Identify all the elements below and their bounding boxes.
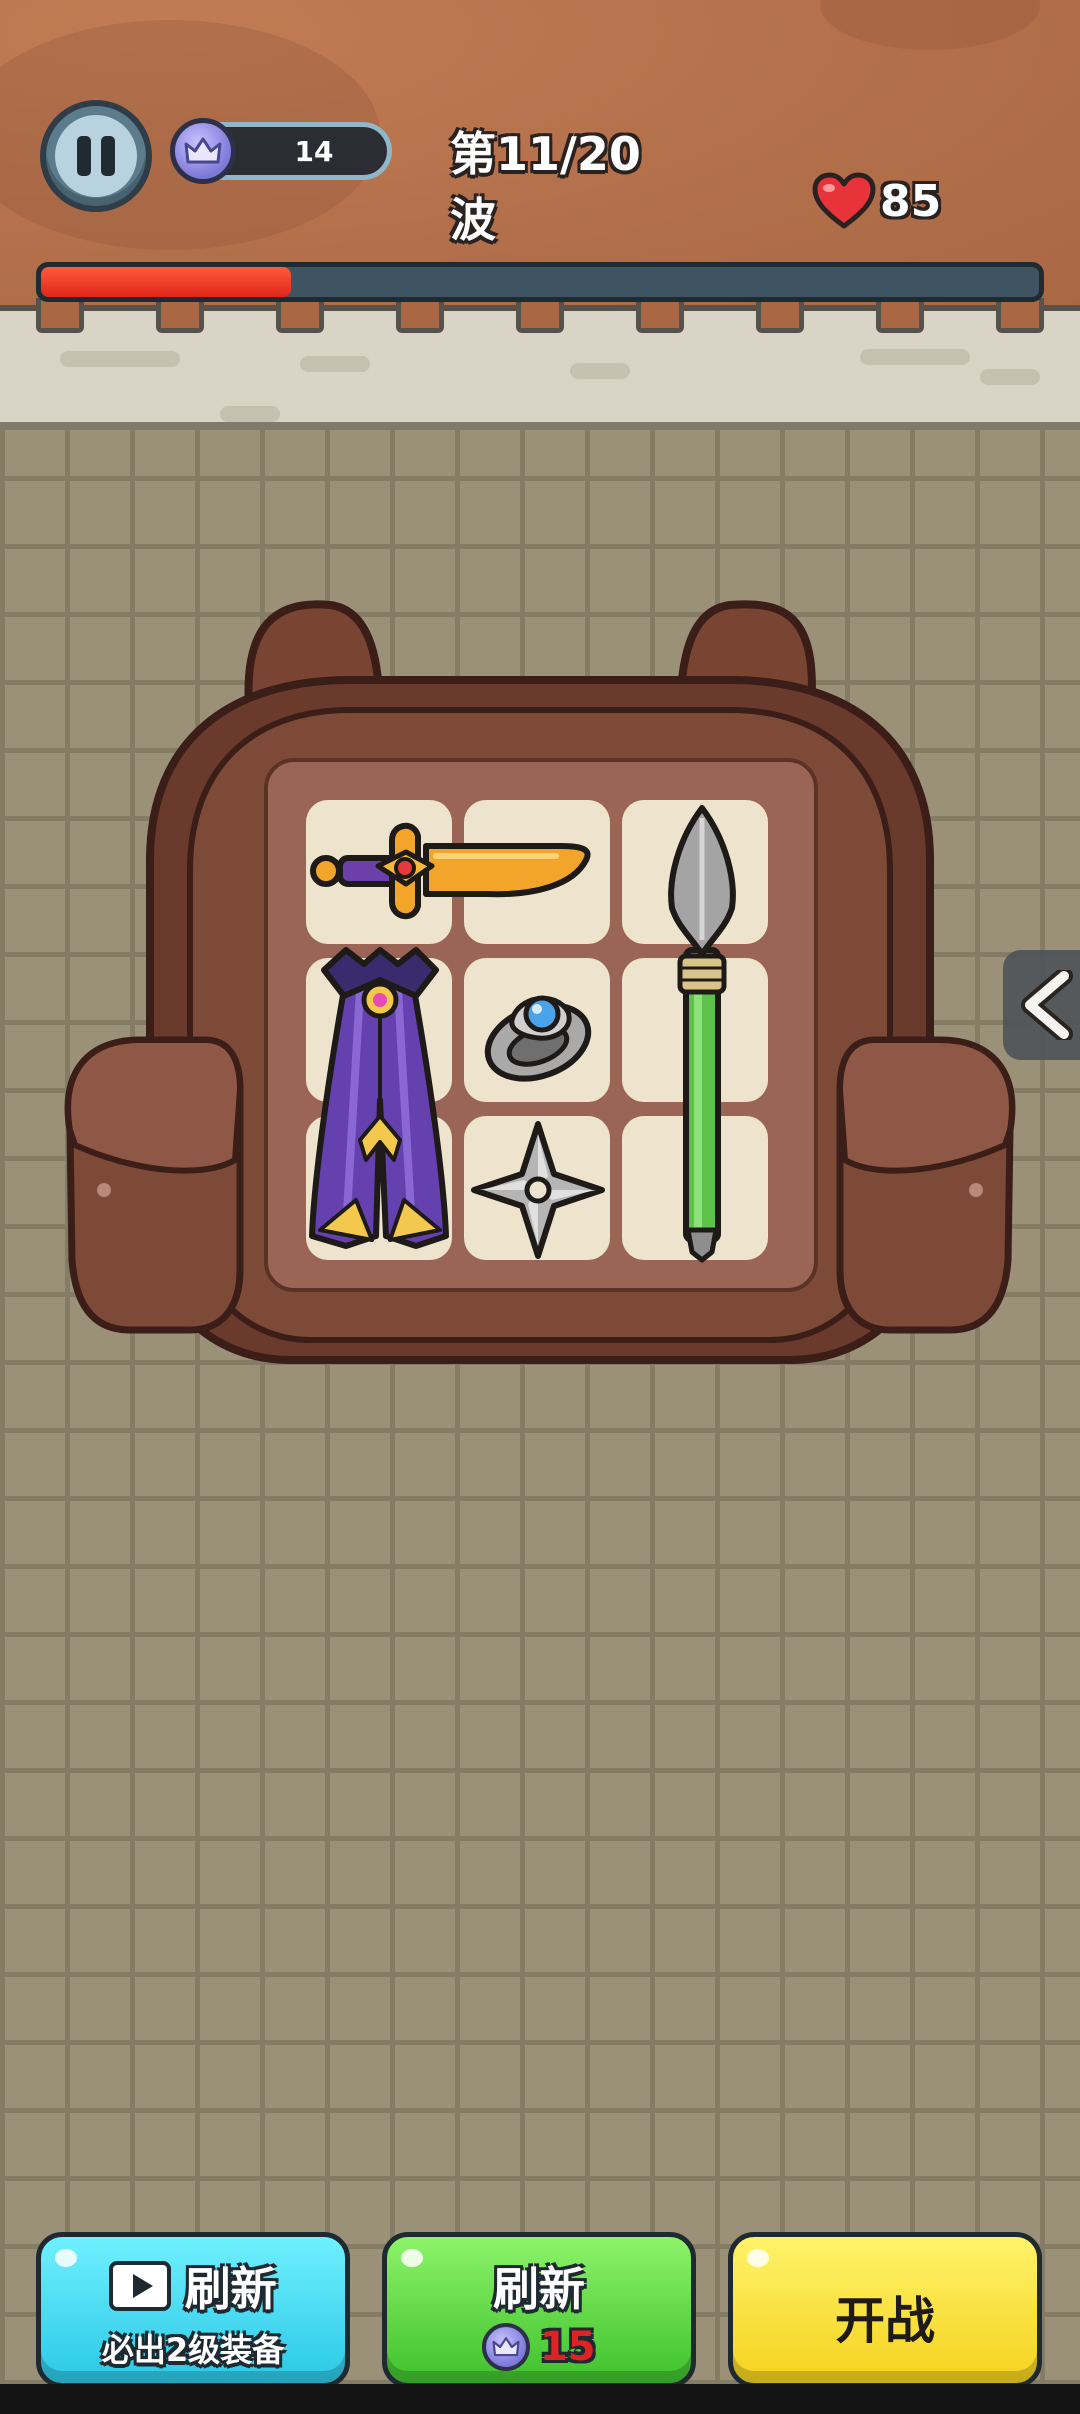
ad-refresh-button[interactable]: 刷新 必出2级装备 — [36, 2232, 350, 2388]
pause-button[interactable] — [40, 100, 152, 212]
gem-count: 14 — [294, 135, 334, 168]
grid-cell[interactable] — [464, 958, 610, 1102]
wall-merlon — [36, 298, 84, 333]
start-battle-button[interactable]: 开战 — [728, 2232, 1042, 2388]
backpack-grid — [306, 800, 776, 1270]
heart-icon — [812, 172, 876, 229]
pause-icon — [55, 115, 137, 197]
start-battle-label: 开战 — [835, 2292, 935, 2350]
grid-cell[interactable] — [464, 800, 610, 944]
grid-cell[interactable] — [306, 958, 452, 1102]
gem-refresh-title: 刷新 — [493, 2262, 585, 2316]
gem-refresh-cost: 15 — [539, 2324, 596, 2370]
wave-progress-fill — [41, 267, 291, 297]
chevron-left-icon — [1021, 970, 1073, 1040]
wall-merlon — [636, 298, 684, 333]
wall-merlon — [996, 298, 1044, 333]
game-screen: 14 第11/20波 85 刷新 必出2级装备 刷新 15 开战 — [0, 0, 1080, 2414]
wall-merlon — [276, 298, 324, 333]
grid-cell[interactable] — [622, 800, 768, 944]
video-play-icon — [109, 2261, 172, 2311]
grid-cell[interactable] — [622, 958, 768, 1102]
gem-icon — [482, 2323, 531, 2371]
wave-progress-bar — [36, 262, 1044, 302]
wall-merlon — [516, 298, 564, 333]
grid-cell[interactable] — [464, 1116, 610, 1260]
wave-label: 第11/20波 — [450, 127, 641, 247]
hp-value: 85 — [880, 176, 942, 227]
grid-cell[interactable] — [306, 800, 452, 944]
grid-cell[interactable] — [306, 1116, 452, 1260]
ad-refresh-title: 刷新 — [184, 2262, 277, 2316]
gem-refresh-button[interactable]: 刷新 15 — [382, 2232, 696, 2388]
ad-refresh-subtitle: 必出2级装备 — [101, 2331, 285, 2369]
grid-cell[interactable] — [622, 1116, 768, 1260]
system-nav-bar — [0, 2384, 1080, 2414]
wall-merlon — [756, 298, 804, 333]
side-panel-toggle[interactable] — [1003, 950, 1080, 1060]
wall-merlon — [396, 298, 444, 333]
wall-merlon — [156, 298, 204, 333]
wall-merlon — [876, 298, 924, 333]
gem-icon — [170, 118, 236, 184]
